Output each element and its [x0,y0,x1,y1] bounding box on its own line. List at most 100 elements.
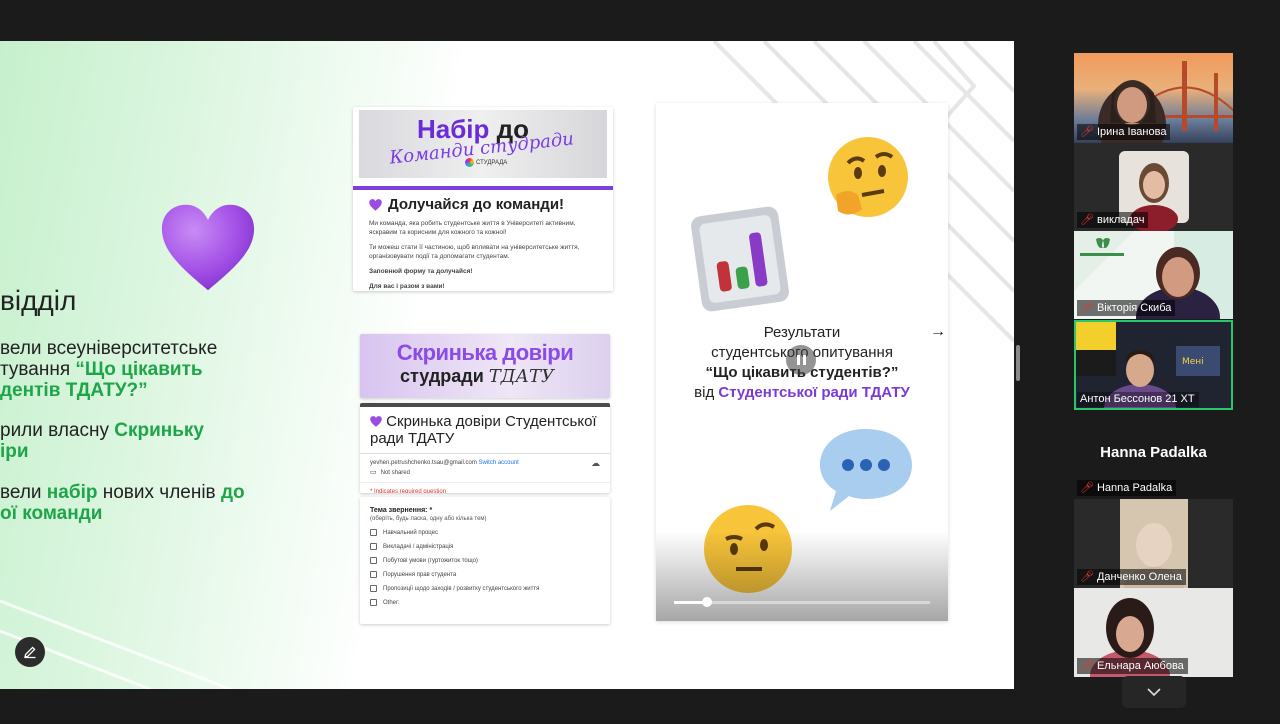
checkbox[interactable] [370,599,377,606]
participant-name-text: Ельнара Аюбова [1096,659,1184,672]
muted-mic-icon: 🎤︎ [1080,660,1094,672]
bullet-text: нових членів [97,482,221,503]
muted-mic-icon: 🎤︎ [1080,126,1094,138]
switch-account-link[interactable]: Switch account [479,460,519,466]
bullet-line: вели всеуніверситетське [0,338,218,359]
participant-tile-active[interactable]: Мені Антон Бессонов 21 ХТ [1074,320,1233,410]
muted-mic-icon: 🎤︎ [1080,482,1094,494]
banner-title: Скринька довіри [396,340,574,365]
studrada-logo-icon [465,158,474,167]
participant-name: 🎤︎ Вікторія Скиба [1077,300,1176,316]
trust-box-banner: Скринька довіри студради ТДАТУ [360,334,610,398]
trust-box-form-header: Скринька довіри Студентської ради ТДАТУ … [360,403,610,493]
embedded-video[interactable]: Результати студентського опитування “Що … [656,103,948,621]
participant-name-text: Hanna Padalka [1096,481,1173,494]
pen-icon [24,646,36,659]
bullet-text: вели [0,482,47,503]
bullet-recruitment: вели набір нових членів до ої команди [0,482,245,524]
checkbox[interactable] [370,543,377,550]
speech-bubble-icon [820,429,912,511]
participant-name: 🎤︎ Ельнара Аюбова [1077,658,1188,674]
checkbox-option[interactable]: Побутові умови (гуртожиток тощо) [370,557,600,564]
muted-mic-icon: 🎤︎ [1080,571,1094,583]
checkbox[interactable] [370,529,377,536]
video-progress-bar[interactable] [674,597,930,607]
purple-heart-icon [369,198,382,211]
svg-text:Мені: Мені [1182,357,1204,367]
bullet-survey: вели всеуніверситетське тування “Що ціка… [0,338,217,401]
bullet-highlight: набір [46,482,98,503]
checkbox-option[interactable]: Викладачі / адміністрація [370,543,600,550]
muted-mic-icon: 🎤︎ [1080,302,1094,314]
participant-tile[interactable]: 🎤︎ викладач [1074,143,1233,231]
participant-name-text: Данченко Олена [1096,570,1182,583]
checkbox-option[interactable]: Пропозиції щодо заходів / розвитку студе… [370,585,600,592]
purple-heart-icon [370,416,382,427]
muted-mic-icon: 🎤︎ [1080,214,1094,226]
participant-tile[interactable]: 🎤︎ Данченко Олена [1074,499,1233,588]
bullet-text: тування [0,359,76,380]
participant-name: 🎤︎ Данченко Олена [1077,569,1186,585]
next-arrow-icon[interactable]: → [930,323,946,341]
pause-button[interactable] [786,345,816,375]
participant-tile[interactable]: 🎤︎ Ірина Іванова [1074,53,1233,143]
bullet-text: рили власну [0,420,115,441]
option-label: Побутові умови (гуртожиток тощо) [383,557,478,564]
checkbox-option[interactable]: Навчальний процес [370,529,600,536]
account-info: yevhen.petrushchenko.tsau@gmail.com Swit… [360,454,610,482]
bullet-highlight: Скриньку [114,420,204,441]
checkbox-option[interactable]: Порушення прав студента [370,571,600,578]
form-description: Заповнюй форму та долучайся! [369,268,473,275]
chart-board-icon [691,206,789,312]
bullet-highlight: дентів ТДАТУ?” [0,380,148,401]
banner-sub-text: студради [400,366,484,386]
bullet-highlight: іри [0,441,29,462]
form-description: Ти можеш стати її частиною, щоб впливати… [369,244,580,260]
checkbox-option[interactable]: Other: [370,599,600,606]
checkbox[interactable] [370,585,377,592]
participant-name: 🎤︎ Hanna Padalka [1077,480,1177,496]
thinking-face-icon [828,137,908,217]
not-shared-text: Not shared [380,470,410,476]
bullet-highlight: до [220,482,245,503]
option-label: Викладачі / адміністрація [383,543,454,550]
form-description: Для вас і разом з вами! [369,283,445,290]
not-shared-row: ▭ Not shared [370,468,600,478]
participant-tile[interactable]: 🎤︎ Вікторія Скиба [1074,231,1233,319]
cloud-icon: ☁ [591,458,600,468]
checkbox[interactable] [370,557,377,564]
form-heading-text: Скринька довіри Студентської ради ТДАТУ [370,413,597,447]
bullet-line: рили власну Скриньку [0,420,204,441]
purple-heart-icon [161,204,255,291]
caption-line: від Студентської ради ТДАТУ [656,383,948,403]
studrada-logo: СТУДРАДА [465,158,507,167]
video-controls-gradient [656,531,948,621]
account-email: yevhen.petrushchenko.tsau@gmail.com [370,460,477,466]
panel-resize-handle[interactable] [1016,345,1020,381]
trust-box-banner-card: Скринька довіри студради ТДАТУ [360,334,610,398]
participant-name-text: викладач [1096,213,1145,226]
annotate-pen-button[interactable] [15,637,45,667]
participant-tile[interactable]: 🎤︎ Ельнара Аюбова [1074,588,1233,677]
bullet-trust-box: рили власну Скриньку іри [0,420,204,462]
recruitment-banner: Набір до Команди студради СТУДРАДА [359,110,607,178]
required-note: * Indicates required question [360,482,610,493]
participant-name-text: Вікторія Скиба [1096,301,1172,314]
option-label: Навчальний процес [383,529,438,536]
pause-bar [796,355,800,365]
participant-name-text: Антон Бессонов 21 ХТ [1080,393,1195,405]
bullet-line: вели набір нових членів до [0,482,245,503]
participant-tile[interactable]: 🎤︎ Hanna Padalka [1074,478,1233,498]
question-title: Тема звернення: * [370,507,433,514]
bullet-highlight: ої команди [0,503,103,524]
caption-text: від [694,384,719,401]
participant-name-text: Ірина Іванова [1096,125,1167,138]
option-label: Пропозиції щодо заходів / розвитку студе… [383,585,540,592]
checkbox[interactable] [370,571,377,578]
topic-question-card: Тема звернення: * (оберіть, будь ласка, … [360,497,610,624]
bullet-highlight: “Що цікавить [75,359,203,380]
banner-script: ТДАТУ [488,366,555,387]
chevron-down-icon [1147,687,1161,696]
scroll-down-button[interactable] [1122,676,1186,708]
option-label: Other: [383,599,400,606]
